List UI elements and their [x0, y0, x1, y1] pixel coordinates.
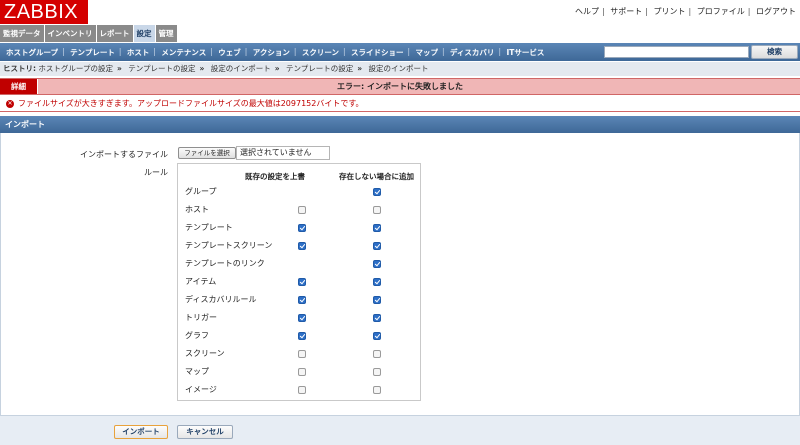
- submenu-actions[interactable]: アクション: [245, 47, 296, 58]
- menu-reports[interactable]: レポート: [96, 25, 134, 42]
- rule-label-graphs: グラフ: [185, 331, 209, 340]
- import-button[interactable]: インポート: [114, 425, 168, 439]
- separator: |: [602, 7, 605, 16]
- zabbix-logo[interactable]: ZABBIX: [0, 0, 88, 24]
- breadcrumb-item[interactable]: 設定のインポート: [211, 64, 271, 73]
- rule-label-triggers: トリガー: [185, 313, 217, 322]
- checkbox-create[interactable]: [373, 224, 381, 232]
- breadcrumb-separator: »: [199, 64, 205, 73]
- checkbox-update[interactable]: [298, 278, 306, 286]
- error-message: ✕ ファイルサイズが大きすぎます。アップロードファイルサイズの最大値は209715…: [0, 96, 800, 112]
- checkbox-create[interactable]: [373, 260, 381, 268]
- details-button[interactable]: 詳細: [0, 79, 38, 94]
- submenu-it-services[interactable]: ITサービス: [498, 47, 550, 58]
- error-message-text: ファイルサイズが大きすぎます。アップロードファイルサイズの最大値は2097152…: [18, 99, 364, 108]
- error-title: エラー: インポートに失敗しました: [337, 82, 463, 91]
- rule-label-template-screens: テンプレートスクリーン: [185, 241, 273, 250]
- rule-label-discovery-rules: ディスカバリルール: [185, 295, 257, 304]
- search-input[interactable]: [604, 46, 749, 58]
- error-bar: エラー: インポートに失敗しました 詳細: [0, 78, 800, 95]
- column-header-create: 存在しない場合に追加: [339, 172, 414, 181]
- print-link[interactable]: プリント: [654, 7, 686, 16]
- checkbox-create[interactable]: [373, 206, 381, 214]
- history-label: ヒストリ:: [3, 64, 36, 73]
- submenu-discovery[interactable]: ディスカバリ: [442, 47, 500, 58]
- checkbox-update[interactable]: [298, 332, 306, 340]
- menu-inventory[interactable]: インベントリ: [44, 25, 97, 42]
- logout-link[interactable]: ログアウト: [756, 7, 796, 16]
- submenu-templates[interactable]: テンプレート: [62, 47, 121, 58]
- checkbox-create[interactable]: [373, 386, 381, 394]
- rule-label-templates: テンプレート: [185, 223, 233, 232]
- breadcrumb-separator: »: [357, 64, 363, 73]
- search-button[interactable]: 検索: [751, 45, 798, 59]
- submenu-hosts[interactable]: ホスト: [119, 47, 156, 58]
- menu-administration[interactable]: 管理: [155, 25, 178, 42]
- checkbox-create[interactable]: [373, 332, 381, 340]
- checkbox-update[interactable]: [298, 296, 306, 304]
- breadcrumb-separator: »: [116, 64, 122, 73]
- rule-label-hosts: ホスト: [185, 205, 209, 214]
- submenu-web[interactable]: ウェブ: [210, 47, 247, 58]
- breadcrumb-item[interactable]: 設定のインポート: [369, 64, 429, 73]
- form-title: インポート: [0, 116, 800, 133]
- checkbox-create[interactable]: [373, 314, 381, 322]
- separator: |: [747, 7, 751, 16]
- separator: |: [688, 7, 692, 16]
- checkbox-update[interactable]: [298, 386, 306, 394]
- cancel-button[interactable]: キャンセル: [177, 425, 233, 439]
- checkbox-create[interactable]: [373, 188, 381, 196]
- column-header-update: 既存の設定を上書: [245, 172, 305, 181]
- rule-label-images: イメージ: [185, 385, 217, 394]
- checkbox-update[interactable]: [298, 368, 306, 376]
- submenu-screens[interactable]: スクリーン: [294, 47, 345, 58]
- file-status: 選択されていません: [240, 148, 312, 157]
- breadcrumb-item[interactable]: ホストグループの設定: [38, 64, 113, 73]
- submenu-maintenance[interactable]: メンテナンス: [153, 47, 212, 58]
- checkbox-update[interactable]: [298, 242, 306, 250]
- profile-link[interactable]: プロファイル: [697, 7, 745, 16]
- breadcrumb-item[interactable]: テンプレートの設定: [286, 64, 353, 73]
- main-menu: 監視データ インベントリ レポート 設定 管理: [0, 25, 178, 42]
- file-label: インポートするファイル: [80, 150, 168, 159]
- sub-menu: ホストグループ テンプレート ホスト メンテナンス ウェブ アクション スクリー…: [0, 43, 800, 61]
- rule-label-items: アイテム: [185, 277, 217, 286]
- submenu-slideshows[interactable]: スライドショー: [343, 47, 410, 58]
- rule-label-groups: グループ: [185, 187, 217, 196]
- breadcrumb-item[interactable]: テンプレートの設定: [128, 64, 195, 73]
- error-icon: ✕: [6, 99, 14, 108]
- checkbox-create[interactable]: [373, 296, 381, 304]
- submenu-maps[interactable]: マップ: [407, 47, 444, 58]
- checkbox-update[interactable]: [298, 314, 306, 322]
- checkbox-update[interactable]: [298, 224, 306, 232]
- separator: |: [645, 7, 648, 16]
- menu-monitoring[interactable]: 監視データ: [0, 25, 45, 42]
- checkbox-create[interactable]: [373, 368, 381, 376]
- help-link[interactable]: ヘルプ: [575, 7, 599, 16]
- breadcrumb-separator: »: [274, 64, 280, 73]
- rule-label-template-linkage: テンプレートのリンク: [185, 259, 265, 268]
- submenu-host-groups[interactable]: ホストグループ: [0, 47, 64, 58]
- top-links: ヘルプ | サポート | プリント | プロファイル | ログアウト: [575, 6, 796, 17]
- form-footer: インポート キャンセル: [0, 415, 800, 445]
- checkbox-update[interactable]: [298, 206, 306, 214]
- checkbox-create[interactable]: [373, 278, 381, 286]
- breadcrumb: ヒストリ: ホストグループの設定» テンプレートの設定» 設定のインポート» テ…: [0, 62, 800, 76]
- checkbox-create[interactable]: [373, 242, 381, 250]
- rule-label-screens: スクリーン: [185, 349, 225, 358]
- checkbox-update[interactable]: [298, 350, 306, 358]
- checkbox-create[interactable]: [373, 350, 381, 358]
- rules-label: ルール: [144, 168, 168, 177]
- support-link[interactable]: サポート: [610, 7, 642, 16]
- menu-configuration[interactable]: 設定: [133, 25, 156, 42]
- choose-file-button[interactable]: ファイルを選択: [178, 147, 236, 159]
- rule-label-maps: マップ: [185, 367, 209, 376]
